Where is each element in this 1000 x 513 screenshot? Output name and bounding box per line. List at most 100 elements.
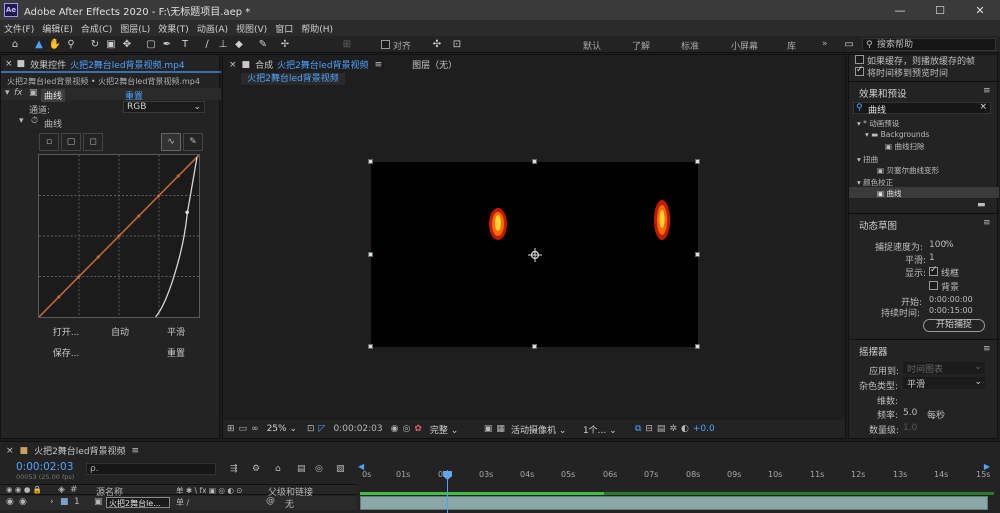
timeline-tab-name[interactable]: 火把2舞台led背景视频 [34, 444, 125, 457]
layer-tab[interactable]: 图层（无） [412, 58, 457, 71]
wireframe-checkbox[interactable] [929, 265, 938, 276]
layer-name[interactable]: 火把2舞台le... [106, 497, 170, 508]
smoothing-value[interactable]: 1 [929, 253, 935, 263]
pickwhip-icon[interactable]: @ [266, 496, 275, 506]
clear-search-icon[interactable]: × [979, 102, 987, 112]
move-time-checkbox[interactable] [855, 65, 864, 76]
hand-tool-icon[interactable]: ✋ [48, 38, 62, 51]
adjusted-curve-line[interactable] [155, 156, 198, 317]
comp-lock-icon[interactable]: ■ [242, 60, 251, 70]
effect-controls-tab[interactable]: 效果控件 [30, 58, 66, 71]
search-help-input[interactable]: ⚲ 搜索帮助 [862, 38, 996, 51]
close-button[interactable]: ✕ [960, 0, 1000, 20]
workspace-learn[interactable]: 了解 [632, 39, 650, 52]
rotation-tool-icon[interactable]: ↻ [88, 38, 102, 51]
apply-to-dropdown[interactable]: 时间图表 ⌄ [903, 362, 985, 375]
comp-close-icon[interactable]: × [229, 60, 237, 70]
pencil-icon[interactable]: ✎ [183, 133, 203, 151]
comp-tab-prefix[interactable]: 合成 [255, 58, 273, 71]
curves-reset-button[interactable]: 重置 [153, 346, 199, 362]
capture-speed-value[interactable]: 100 [929, 240, 946, 250]
audio-icon[interactable]: ◉ [19, 497, 27, 507]
tree-item-bezier-warp[interactable]: ▣ 贝塞尔曲线变形 [877, 165, 939, 176]
exposure-value[interactable]: +0.0 [693, 424, 715, 434]
workspace-more[interactable]: » [822, 39, 828, 49]
resolution-dropdown[interactable]: 完整 ⌄ [430, 423, 480, 436]
pen-tool-icon[interactable]: ✒ [160, 38, 174, 51]
curves-expand-icon[interactable]: ▾ [19, 116, 24, 126]
pan-behind-tool-icon[interactable]: ✥ [120, 38, 134, 51]
curves-open-button[interactable]: 打开... [41, 325, 91, 341]
channel-dropdown[interactable]: RGB ⌄ [123, 101, 205, 113]
tree-item-distort[interactable]: ▾ 扭曲 [857, 154, 878, 165]
timeline-timecode[interactable]: 0:00:02:03 [16, 461, 73, 473]
fast-preview-icon[interactable]: ⊟ [645, 424, 653, 434]
tree-item-curve-sweep[interactable]: ▣ 曲线扫除 [885, 141, 924, 152]
brush-tool-icon[interactable]: ∕ [200, 38, 214, 51]
comp-tab-menu-icon[interactable]: ≡ [375, 60, 383, 70]
transform-handle[interactable] [695, 159, 700, 164]
rectangle-tool-icon[interactable]: ▢ [144, 38, 158, 51]
comp-grid-icon[interactable]: ⊞ [227, 424, 235, 434]
sync-settings-icon[interactable]: ▭ [842, 38, 856, 51]
parent-dropdown[interactable]: 无 [285, 497, 294, 510]
start-capture-button[interactable]: 开始捕捉 [923, 319, 985, 332]
collapse-icon[interactable]: ▾ [5, 88, 10, 98]
comp-subtab[interactable]: 火把2舞台led背景视频 [241, 73, 345, 85]
visibility-icon[interactable]: ◉ [6, 497, 14, 507]
timeline-search-input[interactable]: ρ. [86, 463, 216, 475]
layer-switches[interactable]: 单 ∕ [176, 497, 194, 508]
expand-layer-icon[interactable]: › [50, 497, 54, 507]
menu-animation[interactable]: 动画(A) [193, 22, 232, 35]
comp-timecode[interactable]: 0:00:02:03 [333, 424, 382, 434]
roi-icon[interactable]: ▣ [484, 424, 493, 434]
transform-handle[interactable] [695, 344, 700, 349]
frequency-value[interactable]: 5.0 [903, 408, 917, 418]
tree-item-curves-selected[interactable]: ▣ 曲线 [849, 187, 999, 198]
magnitude-value[interactable]: 1.0 [903, 423, 917, 433]
effects-search-input[interactable]: ⚲ 曲线 × [853, 102, 991, 116]
comp-tab-name[interactable]: 火把2舞台led背景视频 [277, 58, 368, 71]
timeline-close-icon[interactable]: × [6, 446, 14, 456]
eraser-tool-icon[interactable]: ◆ [232, 38, 246, 51]
transparency-grid-icon[interactable]: ▦ [496, 424, 505, 434]
curves-graph[interactable] [38, 154, 200, 318]
views-dropdown[interactable]: 1个... ⌄ [583, 423, 631, 436]
camera-tool-icon[interactable]: ▣ [104, 38, 118, 51]
selection-tool-icon[interactable]: ▲ [32, 38, 46, 51]
transform-handle[interactable] [695, 252, 700, 257]
medium-graph-icon[interactable]: ▢ [61, 133, 81, 151]
timeline-layer-row[interactable]: ◉ ◉ › ■ 1 ▣ 火把2舞台le... 单 ∕ @ 无 [0, 496, 357, 510]
zoom-tool-icon[interactable]: ⚲ [64, 38, 78, 51]
transform-handle[interactable] [532, 159, 537, 164]
large-graph-icon[interactable]: ◻ [83, 133, 103, 151]
show-snapshot-icon[interactable]: ◎ [403, 424, 411, 434]
timeline-menu-icon[interactable]: ≡ [132, 446, 140, 456]
snap-options-icon[interactable]: ⊡ [450, 38, 464, 51]
bezier-curve-icon[interactable]: ∿ [161, 133, 181, 151]
menu-edit[interactable]: 编辑(E) [38, 22, 77, 35]
zoom-dropdown[interactable]: 25% ⌄ [267, 424, 297, 434]
menu-composition[interactable]: 合成(C) [77, 22, 116, 35]
workspace-default[interactable]: 默认 [583, 39, 601, 52]
cache-frames-checkbox[interactable] [855, 55, 864, 64]
exposure-icon[interactable]: ◐ [681, 424, 689, 434]
transform-handle[interactable] [368, 344, 373, 349]
menu-file[interactable]: 文件(F) [0, 22, 38, 35]
menu-help[interactable]: 帮助(H) [297, 22, 337, 35]
shy-layers-icon[interactable]: ⌂ [275, 464, 281, 474]
effects-presets-menu-icon[interactable]: ≡ [983, 86, 991, 96]
type-tool-icon[interactable]: T [178, 38, 192, 51]
3d-view-icon[interactable]: ⧉ [635, 424, 641, 434]
timeline-icon[interactable]: ▤ [657, 424, 666, 434]
puppet-tool-icon[interactable]: ✢ [278, 38, 292, 51]
transform-handle[interactable] [532, 344, 537, 349]
curves-smooth-button[interactable]: 平滑 [153, 325, 199, 341]
color-channel-icon[interactable]: ✿ [414, 424, 422, 434]
align-checkbox[interactable] [381, 40, 390, 49]
stopwatch-icon[interactable]: ⏱ [31, 116, 38, 126]
monitor-icon[interactable]: ▭ [239, 424, 248, 434]
draft-3d-icon[interactable]: ⚙ [252, 464, 260, 474]
snapshot-icon[interactable]: ◉ [391, 424, 399, 434]
layer-label-color[interactable]: ■ [60, 497, 69, 507]
